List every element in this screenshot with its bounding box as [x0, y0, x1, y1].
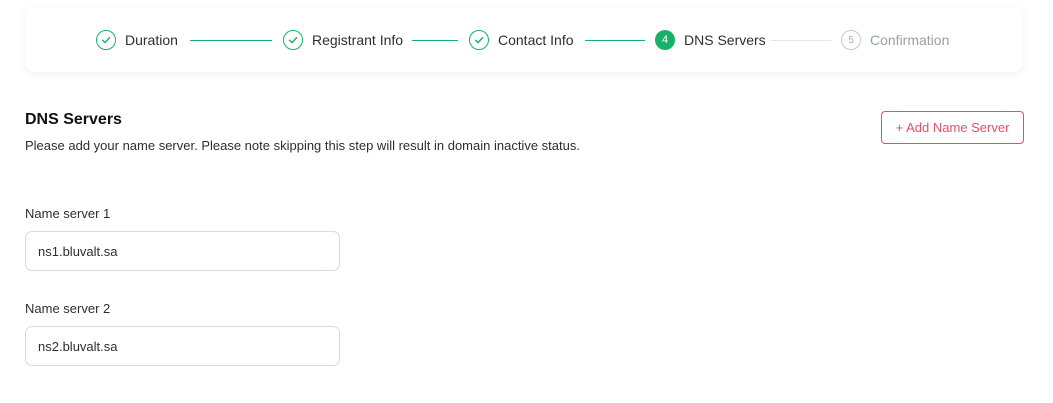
- step-label: Registrant Info: [312, 32, 404, 48]
- step-dns-servers[interactable]: 4 DNS Servers: [655, 30, 766, 50]
- step-duration[interactable]: Duration: [96, 30, 178, 50]
- step-number-badge: 4: [655, 30, 675, 50]
- check-circle-icon: [469, 30, 489, 50]
- step-confirmation[interactable]: 5 Confirmation: [841, 30, 949, 50]
- check-circle-icon: [96, 30, 116, 50]
- name-server-2-input[interactable]: [25, 326, 340, 366]
- name-server-1-label: Name server 1: [25, 206, 111, 221]
- name-server-1-input[interactable]: [25, 231, 340, 271]
- add-name-server-button[interactable]: + Add Name Server: [881, 111, 1024, 144]
- step-registrant-info[interactable]: Registrant Info: [283, 30, 403, 50]
- step-label: Confirmation: [870, 32, 950, 48]
- step-label: DNS Servers: [684, 32, 766, 48]
- step-connector: [412, 40, 458, 41]
- step-connector: [771, 40, 831, 41]
- check-circle-icon: [283, 30, 303, 50]
- step-contact-info[interactable]: Contact Info: [469, 30, 574, 50]
- step-label: Contact Info: [498, 32, 574, 48]
- step-number-badge: 5: [841, 30, 861, 50]
- step-connector: [190, 40, 272, 41]
- section-description: Please add your name server. Please note…: [25, 138, 580, 153]
- name-server-2-label: Name server 2: [25, 301, 111, 316]
- step-connector: [585, 40, 645, 41]
- section-title: DNS Servers: [25, 111, 122, 128]
- progress-stepper: Duration Registrant Info Contact Info 4 …: [25, 8, 1023, 72]
- step-label: Duration: [125, 32, 178, 48]
